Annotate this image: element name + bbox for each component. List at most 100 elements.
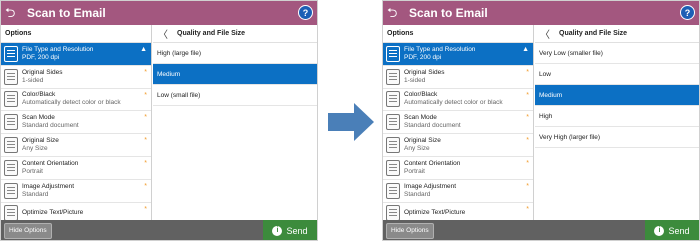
option-row[interactable]: Scan Mode Standard document * <box>1 111 151 135</box>
option-value: PDF, 200 dpi <box>404 53 442 61</box>
option-setting-icon <box>386 91 400 108</box>
option-label: Original Sides <box>404 68 445 76</box>
option-row[interactable]: File Type and Resolution PDF, 200 dpi ▲ <box>1 43 151 66</box>
option-label: Scan Mode <box>22 114 55 122</box>
quality-option[interactable]: Very High (larger file) <box>535 127 699 148</box>
option-marker: * <box>526 182 529 190</box>
option-label: Image Adjustment <box>22 182 75 190</box>
option-text: Optimize Text/Picture <box>22 209 83 217</box>
option-label: Image Adjustment <box>404 182 457 190</box>
hide-options-button[interactable]: Hide Options <box>4 223 52 239</box>
option-setting-icon <box>4 182 18 199</box>
option-text: Original Size Any Size <box>22 137 59 153</box>
option-value: Any Size <box>22 145 48 153</box>
quality-option[interactable]: High (large file) <box>153 43 317 64</box>
option-label: Optimize Text/Picture <box>22 209 84 217</box>
option-text: Content Orientation Portrait <box>22 160 78 176</box>
option-row[interactable]: Original Size Any Size * <box>383 134 533 157</box>
option-label: Color/Black <box>404 91 438 99</box>
quality-option[interactable]: Low (small file) <box>153 85 317 106</box>
option-text: Optimize Text/Picture <box>404 209 465 217</box>
option-marker: * <box>526 159 529 167</box>
options-header: Options <box>383 25 533 43</box>
option-setting-icon <box>4 68 18 85</box>
option-row[interactable]: Content Orientation Portrait * <box>383 157 533 180</box>
option-row[interactable]: Color/Black Automatically detect color or… <box>1 89 151 112</box>
option-value: Automatically detect color or black <box>404 99 503 107</box>
option-text: Image Adjustment Standard <box>22 183 74 199</box>
option-row[interactable]: File Type and Resolution PDF, 200 dpi ▲ <box>383 43 533 66</box>
help-icon[interactable]: ? <box>298 5 313 20</box>
option-setting-icon <box>4 91 18 108</box>
hide-options-button[interactable]: Hide Options <box>386 223 434 239</box>
option-value: Automatically detect color or black <box>22 99 121 107</box>
option-marker: * <box>144 137 147 145</box>
option-value: 1-sided <box>404 76 426 84</box>
option-text: Scan Mode Standard document <box>404 114 461 130</box>
quality-option[interactable]: Very Low (smaller file) <box>535 43 699 64</box>
option-marker: * <box>526 137 529 145</box>
option-row[interactable]: Color/Black Automatically detect color or… <box>383 89 533 112</box>
quality-title: Quality and File Size <box>177 30 246 37</box>
option-label: Scan Mode <box>404 114 437 122</box>
option-setting-icon <box>4 137 18 154</box>
option-text: Original Size Any Size <box>404 137 441 153</box>
option-label: Original Size <box>22 137 59 145</box>
option-setting-icon <box>386 45 400 62</box>
info-icon: i <box>654 226 665 236</box>
option-row[interactable]: Image Adjustment Standard * <box>1 180 151 203</box>
option-row[interactable]: Original Size Any Size * <box>1 134 151 157</box>
option-label: Optimize Text/Picture <box>404 209 466 217</box>
option-label: Original Size <box>404 137 441 145</box>
app-title: Scan to Email <box>27 6 106 20</box>
quality-title: Quality and File Size <box>559 30 628 37</box>
chevron-left-icon[interactable]: 〈 <box>535 26 555 41</box>
option-value: Standard document <box>404 122 461 130</box>
title-bar: ⮌ Scan to Email ? <box>1 1 317 25</box>
option-row[interactable]: Scan Mode Standard document * <box>383 111 533 135</box>
footer-bar: Hide Options i Send <box>383 220 699 240</box>
option-row[interactable]: Original Sides 1-sided * <box>383 66 533 89</box>
title-bar: ⮌ Scan to Email ? <box>383 1 699 25</box>
send-button[interactable]: i Send <box>263 220 317 240</box>
quality-option[interactable]: Low <box>535 64 699 85</box>
option-text: File Type and Resolution PDF, 200 dpi <box>404 46 475 62</box>
option-text: File Type and Resolution PDF, 200 dpi <box>22 46 93 62</box>
option-label: File Type and Resolution <box>404 45 476 53</box>
quality-option[interactable]: Medium <box>535 85 699 106</box>
option-value: Standard <box>404 190 431 198</box>
option-label: Content Orientation <box>22 159 79 167</box>
option-value: Standard document <box>22 122 79 130</box>
option-row[interactable]: Optimize Text/Picture * <box>1 203 151 220</box>
option-setting-icon <box>386 68 400 85</box>
option-label: Original Sides <box>22 68 63 76</box>
option-text: Original Sides 1-sided <box>404 69 444 85</box>
quality-option[interactable]: High <box>535 106 699 127</box>
option-row[interactable]: Original Sides 1-sided * <box>1 66 151 89</box>
option-row[interactable]: Optimize Text/Picture * <box>383 203 533 220</box>
quality-header: 〈 Quality and File Size <box>153 25 317 43</box>
back-icon[interactable]: ⮌ <box>387 1 407 25</box>
quality-option[interactable]: Medium <box>153 64 317 85</box>
quality-panel: 〈 Quality and File Size Very Low (smalle… <box>535 25 699 220</box>
option-text: Content Orientation Portrait <box>404 160 460 176</box>
quality-panel: 〈 Quality and File Size High (large file… <box>153 25 317 220</box>
chevron-left-icon[interactable]: 〈 <box>153 26 173 41</box>
option-text: Image Adjustment Standard <box>404 183 456 199</box>
send-button[interactable]: i Send <box>645 220 699 240</box>
option-marker: * <box>526 91 529 99</box>
option-marker: * <box>144 159 147 167</box>
option-row[interactable]: Image Adjustment Standard * <box>383 180 533 203</box>
option-row[interactable]: Content Orientation Portrait * <box>1 157 151 180</box>
option-setting-icon <box>386 114 400 131</box>
help-icon[interactable]: ? <box>680 5 695 20</box>
option-marker: * <box>526 68 529 76</box>
app-title: Scan to Email <box>409 6 488 20</box>
option-marker: * <box>526 114 529 122</box>
option-marker: ▲ <box>522 46 529 53</box>
options-list: File Type and Resolution PDF, 200 dpi ▲ Ori… <box>383 43 533 220</box>
option-marker: * <box>144 91 147 99</box>
option-setting-icon <box>386 137 400 154</box>
back-icon[interactable]: ⮌ <box>5 1 25 25</box>
transition-arrow-icon <box>328 103 374 141</box>
